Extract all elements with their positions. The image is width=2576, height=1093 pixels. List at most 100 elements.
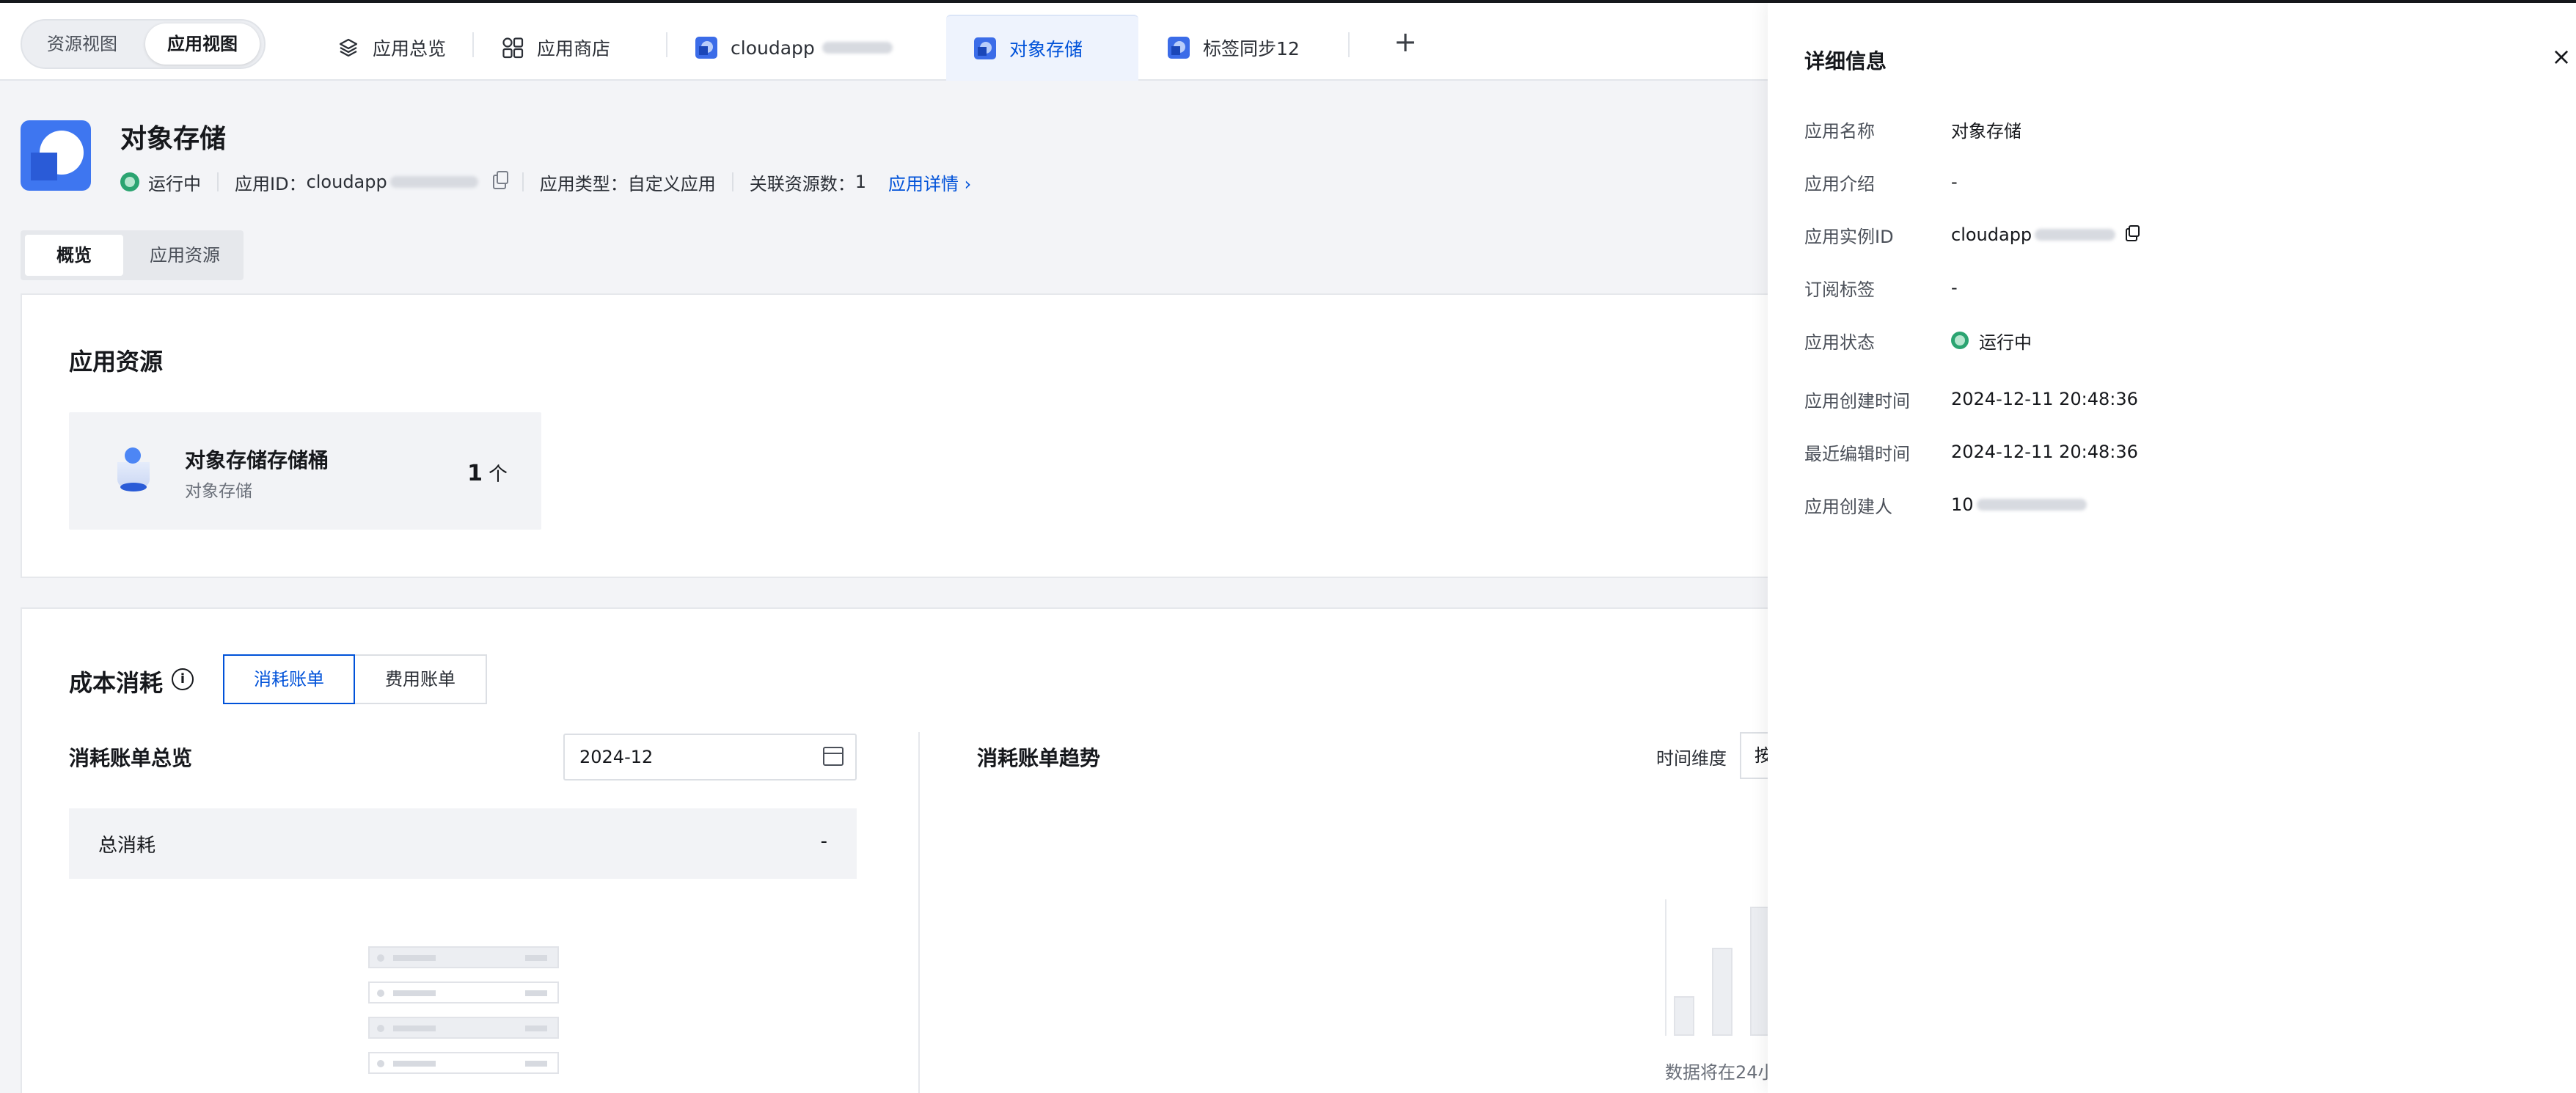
detail-row-creator: 应用创建人 10 (1804, 490, 2538, 519)
view-toggle: 资源视图 应用视图 (21, 19, 266, 69)
tab-object-storage[interactable]: 对象存储 (946, 15, 1138, 81)
tab-app-resources[interactable]: 应用资源 (131, 235, 239, 276)
bill-trend-title: 消耗账单趋势 (977, 746, 1101, 770)
detail-row-app-name: 应用名称 对象存储 (1804, 114, 2538, 144)
empty-list-illustration (368, 981, 559, 1004)
app-id-value: cloudapp (306, 172, 387, 192)
meta-divider (217, 172, 219, 191)
time-dimension-label: 时间维度 (1656, 748, 1727, 769)
related-resources-label: 关联资源数： (749, 173, 855, 194)
add-tab-button[interactable]: + (1388, 25, 1423, 60)
detail-key: 应用创建人 (1804, 496, 1892, 517)
detail-value: cloudapp (1951, 224, 2140, 245)
app-icon (1168, 37, 1190, 59)
cost-card: 成本消耗 i 消耗账单 费用账单 消耗账单总览 总消耗 - 消耗账单趋势 时间维… (21, 607, 1813, 1093)
detail-key: 应用状态 (1804, 332, 1875, 353)
detail-key: 应用实例ID (1804, 226, 1894, 247)
tab-label: 应用商店 (537, 38, 611, 59)
detail-key: 最近编辑时间 (1804, 443, 1910, 464)
fee-bill-tab[interactable]: 费用账单 (355, 654, 487, 704)
tab-label: cloudapp (731, 37, 815, 59)
resource-view-option[interactable]: 资源视图 (26, 23, 138, 65)
status-text: 运行中 (148, 173, 201, 194)
app-detail-link[interactable]: 应用详情 › (888, 169, 971, 195)
total-consumption-row: 总消耗 - (69, 808, 857, 879)
detail-drawer: 详细信息 × 应用名称 对象存储 应用介绍 - 应用实例ID cloudapp … (1768, 3, 2576, 1093)
tab-app-store[interactable]: 应用商店 (502, 15, 610, 81)
detail-value: 对象存储 (1951, 120, 2021, 142)
chevron-right-icon: › (964, 173, 972, 194)
detail-value: - (1951, 172, 1958, 192)
detail-row-instance-id: 应用实例ID cloudapp (1804, 220, 2538, 249)
bill-overview-title: 消耗账单总览 (69, 746, 193, 770)
tab-app-overview[interactable]: 应用总览 (337, 15, 446, 81)
drawer-title: 详细信息 (1804, 49, 1887, 73)
tab-label: 应用总览 (373, 38, 447, 59)
empty-list-illustration (368, 946, 559, 968)
app-view-option[interactable]: 应用视图 (145, 23, 260, 65)
app-icon (695, 37, 717, 59)
month-picker[interactable] (563, 734, 857, 781)
tab-divider (472, 32, 474, 57)
detail-key: 应用介绍 (1804, 173, 1875, 194)
redacted-text (822, 42, 893, 54)
detail-key: 订阅标签 (1804, 279, 1875, 300)
meta-divider (731, 172, 733, 191)
redacted-text (389, 176, 478, 188)
tab-overview[interactable]: 概览 (25, 235, 123, 276)
tab-divider (666, 32, 667, 57)
column-divider (918, 732, 920, 1093)
resource-count: 1个 (467, 461, 508, 486)
meta-divider (522, 172, 524, 191)
detail-value: 2024-12-11 20:48:36 (1951, 389, 2138, 409)
tab-divider (1348, 32, 1350, 57)
app-type-label: 应用类型： (539, 173, 628, 194)
detail-row-app-status: 应用状态 运行中 (1804, 326, 2538, 355)
tab-cloudapp[interactable]: cloudapp (695, 15, 893, 81)
tab-label: 标签同步12 (1203, 38, 1300, 59)
detail-row-app-intro: 应用介绍 - (1804, 167, 2538, 197)
detail-row-subscription-tags: 订阅标签 - (1804, 273, 2538, 302)
resource-name: 对象存储存储桶 (185, 448, 329, 472)
tab-tag-sync[interactable]: 标签同步12 (1168, 15, 1300, 81)
detail-key: 应用名称 (1804, 120, 1875, 142)
page-title: 对象存储 (120, 124, 227, 154)
detail-value: 10 (1951, 494, 2087, 515)
consumption-bill-tab[interactable]: 消耗账单 (223, 654, 355, 704)
resource-item[interactable]: 对象存储存储桶 对象存储 1个 (69, 412, 541, 530)
detail-value: 2024-12-11 20:48:36 (1951, 442, 2138, 462)
detail-key: 应用创建时间 (1804, 390, 1910, 412)
detail-row-created-time: 应用创建时间 2024-12-11 20:48:36 (1804, 384, 2538, 414)
total-value: - (820, 830, 827, 852)
resource-type: 对象存储 (185, 482, 252, 501)
copy-icon[interactable] (492, 171, 508, 189)
app-meta-row: 运行中 应用ID： cloudapp 应用类型： 自定义应用 关联资源数： 1 … (120, 167, 971, 197)
apps-grid-icon (502, 37, 524, 59)
empty-list-illustration (368, 1052, 559, 1074)
app-icon (974, 37, 996, 59)
app-type-value: 自定义应用 (627, 173, 716, 194)
status-running-icon (1951, 332, 1969, 349)
info-icon[interactable]: i (172, 668, 194, 690)
app-id-label: 应用ID： (235, 173, 307, 194)
layers-icon (337, 37, 359, 59)
section-title: 应用资源 (69, 348, 164, 376)
close-icon[interactable]: × (2548, 44, 2575, 70)
redacted-text (2035, 229, 2116, 241)
copy-icon[interactable] (2126, 225, 2140, 241)
app-resources-card: 应用资源 对象存储存储桶 对象存储 1个 (21, 293, 1796, 578)
calendar-icon[interactable] (823, 747, 844, 766)
total-label: 总消耗 (98, 835, 156, 857)
tab-label: 对象存储 (1009, 39, 1083, 60)
app-logo (21, 120, 91, 191)
subtab-group: 概览 应用资源 (21, 230, 244, 280)
detail-row-edited-time: 最近编辑时间 2024-12-11 20:48:36 (1804, 437, 2538, 467)
redacted-text (1976, 499, 2087, 511)
section-title: 成本消耗 (69, 669, 164, 697)
status-running-icon (120, 172, 139, 191)
month-input[interactable] (565, 735, 814, 779)
detail-value: 运行中 (1951, 328, 2032, 354)
related-resources-value: 1 (855, 172, 867, 192)
detail-value: - (1951, 277, 1958, 298)
storage-bucket-icon (113, 447, 154, 494)
